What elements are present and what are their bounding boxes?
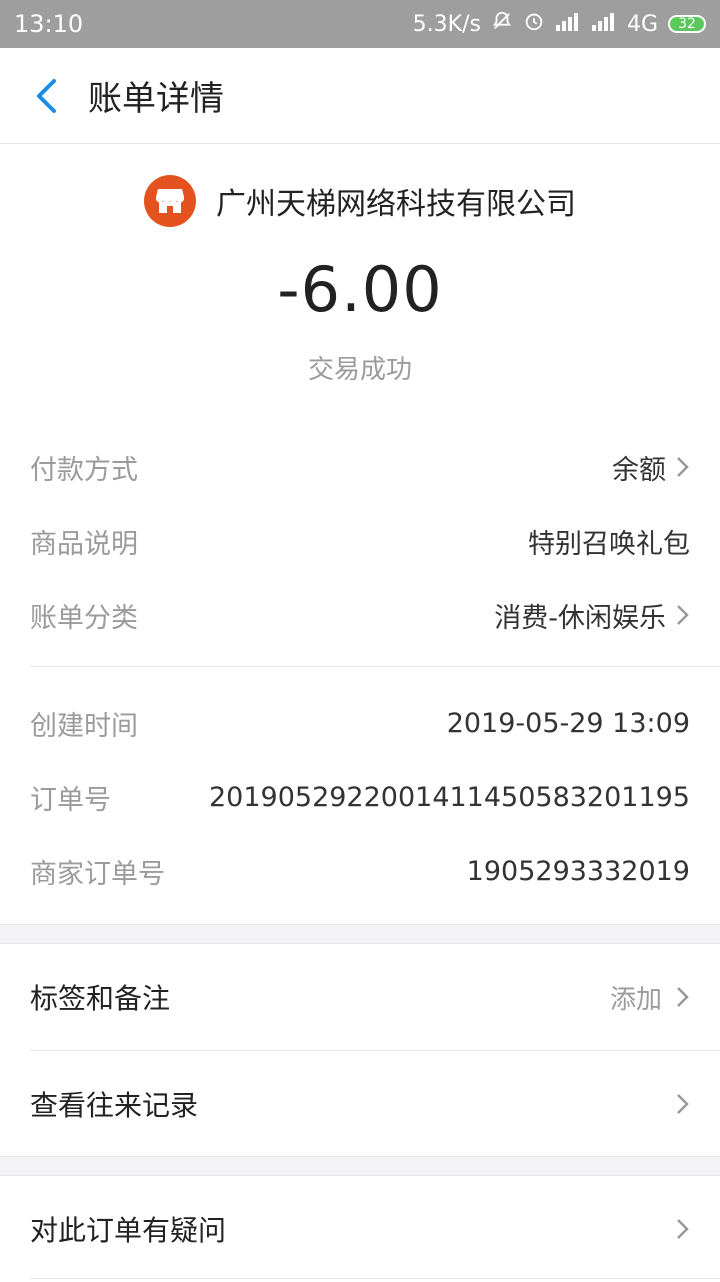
order-question-row[interactable]: 对此订单有疑问 bbox=[0, 1176, 720, 1282]
created-time-value: 2019-05-29 13:09 bbox=[446, 707, 690, 739]
order-question-label: 对此订单有疑问 bbox=[30, 1214, 227, 1247]
back-button[interactable] bbox=[26, 76, 66, 116]
transaction-status: 交易成功 bbox=[307, 355, 412, 385]
product-value: 特别召唤礼包 bbox=[528, 528, 690, 560]
category-value: 消费-休闲娱乐 bbox=[494, 602, 666, 634]
merchant-order-row: 商家订单号 1905293332019 bbox=[0, 834, 720, 908]
network-type: 4G bbox=[626, 11, 658, 37]
status-bar: 13:10 5.3K/s 4G 32 bbox=[0, 0, 720, 48]
section-separator bbox=[0, 924, 720, 944]
order-number-row: 订单号 2019052922001411450583201195 bbox=[0, 760, 720, 834]
battery-icon: 32 bbox=[668, 15, 706, 33]
status-time: 13:10 bbox=[14, 10, 84, 38]
category-row[interactable]: 账单分类 消费-休闲娱乐 bbox=[0, 578, 720, 652]
alarm-icon bbox=[523, 10, 545, 38]
shop-icon bbox=[144, 175, 196, 227]
view-history-label: 查看往来记录 bbox=[30, 1089, 199, 1122]
net-speed: 5.3K/s bbox=[412, 11, 481, 37]
merchant-order-label: 商家订单号 bbox=[30, 858, 165, 890]
signal-hd-icon bbox=[591, 11, 617, 37]
divider bbox=[30, 666, 720, 667]
tags-notes-label: 标签和备注 bbox=[30, 982, 171, 1015]
created-time-label: 创建时间 bbox=[30, 710, 138, 742]
chevron-right-icon bbox=[677, 987, 689, 1007]
detail-group-payment: 付款方式 余额 商品说明 特别召唤礼包 账单分类 消费-休闲娱乐 bbox=[0, 430, 720, 667]
payment-method-row[interactable]: 付款方式 余额 bbox=[0, 430, 720, 504]
section-separator bbox=[0, 1156, 720, 1176]
chevron-left-icon bbox=[37, 78, 56, 113]
divider bbox=[30, 1278, 720, 1279]
detail-group-order: 创建时间 2019-05-29 13:09 订单号 20190529220014… bbox=[0, 686, 720, 908]
merchant-name: 广州天梯网络科技有限公司 bbox=[216, 187, 576, 222]
bill-summary: 广州天梯网络科技有限公司 -6.00 交易成功 bbox=[0, 145, 720, 400]
created-time-row: 创建时间 2019-05-29 13:09 bbox=[0, 686, 720, 760]
merchant-row: 广州天梯网络科技有限公司 bbox=[0, 175, 720, 227]
chevron-right-icon bbox=[677, 605, 689, 625]
order-number-value: 2019052922001411450583201195 bbox=[209, 781, 690, 813]
merchant-order-value: 1905293332019 bbox=[466, 855, 690, 887]
page-title: 账单详情 bbox=[88, 79, 224, 119]
payment-method-label: 付款方式 bbox=[30, 454, 138, 486]
category-label: 账单分类 bbox=[30, 602, 138, 634]
chevron-right-icon bbox=[677, 1094, 689, 1114]
view-history-row[interactable]: 查看往来记录 bbox=[0, 1051, 720, 1157]
tags-add-value: 添加 bbox=[609, 984, 662, 1015]
payment-method-value: 余额 bbox=[612, 454, 666, 486]
product-label: 商品说明 bbox=[30, 528, 138, 560]
tags-notes-row[interactable]: 标签和备注 添加 bbox=[0, 944, 720, 1050]
signal-icon bbox=[555, 11, 581, 37]
order-number-label: 订单号 bbox=[30, 784, 111, 816]
bell-off-icon bbox=[491, 10, 513, 38]
battery-level: 32 bbox=[678, 16, 696, 32]
bill-amount: -6.00 bbox=[277, 253, 443, 326]
app-header: 账单详情 bbox=[0, 48, 720, 144]
chevron-right-icon bbox=[677, 1219, 689, 1239]
product-row: 商品说明 特别召唤礼包 bbox=[0, 504, 720, 578]
chevron-right-icon bbox=[677, 457, 689, 477]
